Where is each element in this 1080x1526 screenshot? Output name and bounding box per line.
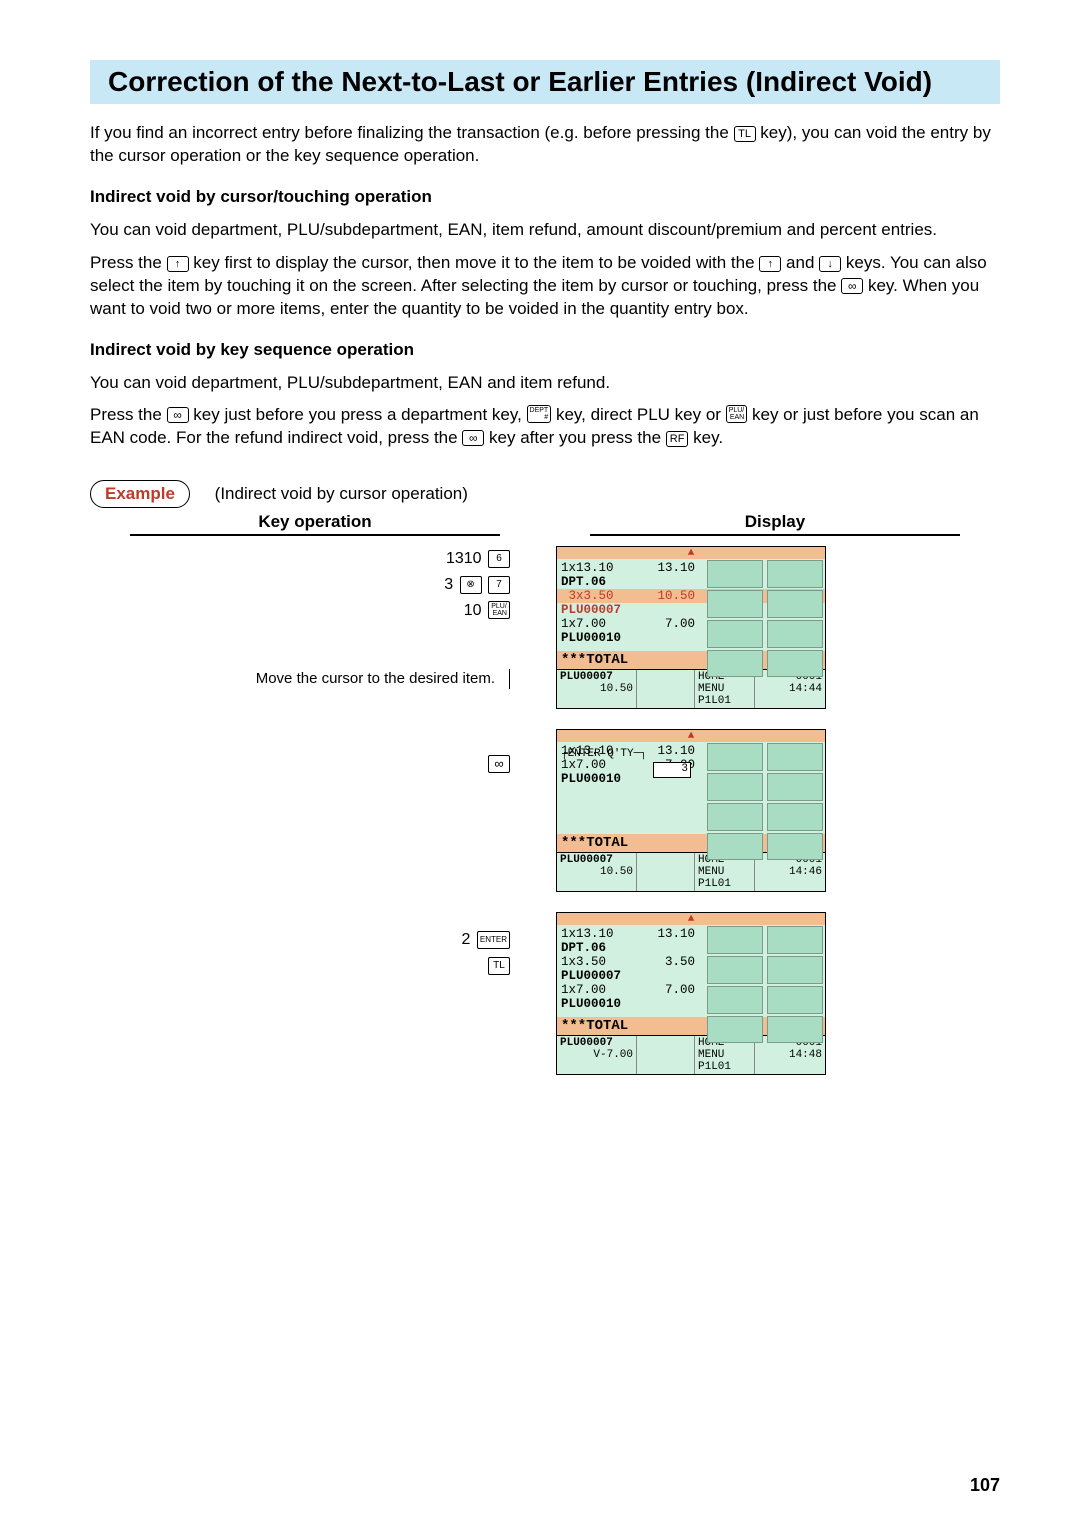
down-key-icon: ↓ (819, 256, 841, 272)
display-line: 3x3.5010.50 (557, 589, 825, 603)
text: key, direct PLU key or (556, 405, 726, 424)
display-scroll-up: ▲ (557, 913, 825, 925)
display-line: PLU00010 (561, 997, 695, 1011)
display-line: PLU00007 (561, 969, 695, 983)
display-line: DPT.06 (561, 575, 695, 589)
text: key. (693, 428, 723, 447)
key-operation-column: Key operation 1310 6 3 ⊗ 7 10 PLU/EAN Mo… (90, 512, 540, 1095)
text: key first to display the cursor, then mo… (193, 253, 759, 272)
keyop-step-1: 1310 6 3 ⊗ 7 10 PLU/EAN Move the cursor … (90, 546, 540, 691)
text: key just before you press a department k… (193, 405, 526, 424)
tl-key-icon: TL (488, 957, 510, 975)
text: Press the (90, 253, 167, 272)
rf-key-icon: RF (666, 431, 689, 447)
void-key-icon: ∞ (167, 407, 189, 423)
qty-entry-label: ┌ENTER Q'TY─┐ (561, 748, 647, 760)
keyop-value: 1310 (446, 550, 482, 567)
display-total: ***TOTAL30.60▼ (557, 651, 825, 669)
text: Press the (90, 405, 167, 424)
tl-key-icon: TL (734, 126, 756, 142)
key-operation-header: Key operation (130, 512, 500, 536)
display-total: ***TOTAL23.60▼ (557, 1017, 825, 1035)
example-columns: Key operation 1310 6 3 ⊗ 7 10 PLU/EAN Mo… (90, 512, 1000, 1095)
key-6: 6 (488, 550, 510, 568)
display-header: Display (590, 512, 960, 536)
display-line: 1x7.007.00 (561, 617, 695, 631)
enter-key-icon: ENTER (477, 931, 510, 949)
cursor-move-note: Move the cursor to the desired item. (256, 669, 510, 689)
example-pill: Example (90, 480, 190, 508)
keyop-value: 10 (464, 602, 482, 619)
keyseq-section-title: Indirect void by key sequence operation (90, 339, 1000, 362)
title-bar: Correction of the Next-to-Last or Earlie… (90, 60, 1000, 104)
keyop-step-3: 2 ENTER TL (90, 927, 540, 978)
display-scroll-up: ▲ (557, 730, 825, 742)
display-column: Display ▲1x13.1013.10DPT.06 3x3.5010.50P… (550, 512, 1000, 1095)
cursor-section-p1: You can void department, PLU/subdepartme… (90, 219, 1000, 242)
page-number: 107 (970, 1475, 1000, 1496)
pos-display: ▲1x13.1013.101x7.007.00PLU00010┌ENTER Q'… (556, 729, 826, 892)
display-line: PLU00007 (561, 603, 695, 617)
display-footer: PLU00007V-7.00HOME MENUP1L01000114:48 (557, 1035, 825, 1074)
cursor-section-p2: Press the ↑ key first to display the cur… (90, 252, 1000, 321)
display-lines: 1x13.1013.10DPT.061x3.503.50PLU000071x7.… (557, 925, 825, 1017)
up-key-icon: ↑ (759, 256, 781, 272)
display-footer: PLU0000710.50HOME MENUP1L01000114:46 (557, 852, 825, 891)
displays-container: ▲1x13.1013.10DPT.06 3x3.5010.50PLU000071… (550, 546, 1000, 1075)
dept-key-icon: DEPT# (527, 405, 552, 423)
void-key-icon: ∞ (841, 278, 863, 294)
pos-display: ▲1x13.1013.10DPT.061x3.503.50PLU000071x7… (556, 912, 826, 1075)
plu-ean-key-icon: PLU/EAN (488, 601, 510, 619)
display-footer: PLU0000710.50HOME MENUP1L01000114:44 (557, 669, 825, 708)
keyop-step-2: ∞ (90, 752, 540, 778)
display-line: DPT.06 (561, 941, 695, 955)
page: Correction of the Next-to-Last or Earlie… (0, 0, 1080, 1526)
void-key-icon: ∞ (462, 430, 484, 446)
void-key-icon: ∞ (488, 755, 510, 773)
key-7: 7 (488, 576, 510, 594)
page-title: Correction of the Next-to-Last or Earlie… (108, 66, 990, 98)
display-line: PLU00010 (561, 631, 695, 645)
multiply-key-icon: ⊗ (460, 576, 482, 594)
keyop-value: 2 (462, 931, 471, 948)
text: key after you press the (489, 428, 666, 447)
display-lines: 1x13.1013.10DPT.06 3x3.5010.50PLU000071x… (557, 559, 825, 651)
example-caption: (Indirect void by cursor operation) (215, 484, 468, 504)
display-line: 1x3.503.50 (561, 955, 695, 969)
display-scroll-up: ▲ (557, 547, 825, 559)
keyop-value: 3 (444, 576, 453, 593)
qty-entry-value: 3 (653, 762, 691, 778)
display-line: 1x13.1013.10 (561, 561, 695, 575)
display-line: 1x7.007.00 (561, 983, 695, 997)
keyseq-section-p1: You can void department, PLU/subdepartme… (90, 372, 1000, 395)
intro-text: If you find an incorrect entry before fi… (90, 123, 734, 142)
text: and (786, 253, 819, 272)
keyseq-section-p2: Press the ∞ key just before you press a … (90, 404, 1000, 450)
display-total: ***TOTAL30.60▼ (557, 834, 825, 852)
example-header: Example (Indirect void by cursor operati… (90, 480, 1000, 508)
pos-display: ▲1x13.1013.10DPT.06 3x3.5010.50PLU000071… (556, 546, 826, 709)
cursor-section-title: Indirect void by cursor/touching operati… (90, 186, 1000, 209)
plu-ean-key-icon: PLU/EAN (726, 405, 748, 423)
display-line: 1x13.1013.10 (561, 927, 695, 941)
up-key-icon: ↑ (167, 256, 189, 272)
intro-paragraph: If you find an incorrect entry before fi… (90, 122, 1000, 168)
